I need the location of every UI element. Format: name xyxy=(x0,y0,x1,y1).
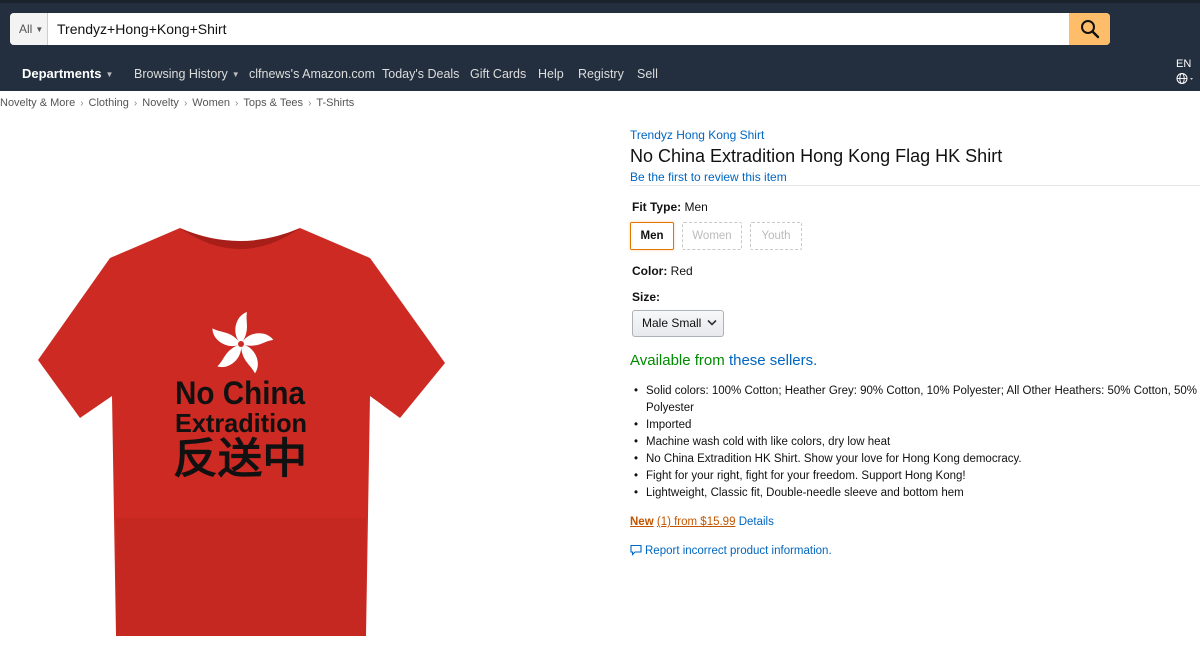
top-header: All ▼ xyxy=(0,0,1200,56)
nav-registry[interactable]: Registry xyxy=(578,56,624,91)
language-selector[interactable]: EN xyxy=(1176,58,1196,88)
feature-bullet: Fight for your right, fight for your fre… xyxy=(634,468,1200,485)
chevron-right-icon: › xyxy=(234,98,239,109)
brand-link[interactable]: Trendyz Hong Kong Shirt xyxy=(630,128,764,142)
product-image[interactable]: No China Extradition 反送中 xyxy=(30,218,450,640)
departments-menu[interactable]: Departments ▼ xyxy=(22,56,113,91)
product-title: No China Extradition Hong Kong Flag HK S… xyxy=(630,146,1003,166)
fit-option-women[interactable]: Women xyxy=(682,222,742,250)
feature-bullets: Solid colors: 100% Cotton; Heather Grey:… xyxy=(634,383,1200,502)
feature-bullet: Imported xyxy=(634,417,1200,434)
chevron-down-icon xyxy=(707,319,717,326)
fit-type-label: Fit Type: xyxy=(632,200,682,214)
details-link[interactable]: Details xyxy=(739,516,774,528)
browsing-history-label: Browsing History xyxy=(134,67,228,81)
fit-type-row: Fit Type: Men xyxy=(632,200,708,214)
color-row: Color: Red xyxy=(632,264,693,278)
breadcrumb-item[interactable]: Clothing xyxy=(89,97,129,109)
sellers-link[interactable]: these sellers. xyxy=(729,352,817,369)
speech-bubble-icon xyxy=(630,544,642,556)
feature-bullet: Lightweight, Classic fit, Double-needle … xyxy=(634,485,1200,502)
new-offers-link[interactable]: New xyxy=(630,516,654,528)
fit-type-value: Men xyxy=(684,200,708,214)
breadcrumb-item[interactable]: T-Shirts xyxy=(316,97,354,109)
nav-gift-cards[interactable]: Gift Cards xyxy=(470,56,526,91)
availability: Available from these sellers. xyxy=(630,352,817,369)
search-input[interactable] xyxy=(49,13,1069,45)
availability-prefix: Available from xyxy=(630,352,729,369)
shirt-shading xyxy=(116,518,366,636)
nav-sell[interactable]: Sell xyxy=(637,56,658,91)
size-selected: Male Small xyxy=(642,316,702,330)
nav-user-amazon-link[interactable]: clfnews's Amazon.com xyxy=(249,56,375,91)
fit-option-youth[interactable]: Youth xyxy=(750,222,802,250)
breadcrumb-item[interactable]: Tops & Tees xyxy=(243,97,303,109)
search-icon xyxy=(1080,20,1099,39)
review-link[interactable]: Be the first to review this item xyxy=(630,170,787,184)
report-label: Report incorrect product information. xyxy=(645,545,832,557)
size-label: Size: xyxy=(632,290,661,304)
fit-option-men[interactable]: Men xyxy=(630,222,674,250)
offer-count-link[interactable]: (1) from $15.99 xyxy=(657,516,736,528)
globe-icon xyxy=(1176,73,1193,84)
report-link[interactable]: Report incorrect product information. xyxy=(630,542,832,557)
breadcrumb-item[interactable]: Novelty & More xyxy=(0,97,75,109)
feature-bullet: No China Extradition HK Shirt. Show your… xyxy=(634,451,1200,468)
search-category-dropdown[interactable]: All ▼ xyxy=(10,13,48,45)
breadcrumb-item[interactable]: Novelty xyxy=(142,97,179,109)
color-value: Red xyxy=(670,264,693,278)
caret-down-icon: ▼ xyxy=(35,25,44,34)
departments-label: Departments xyxy=(22,66,102,81)
nav-todays-deals[interactable]: Today's Deals xyxy=(382,56,459,91)
search-button[interactable] xyxy=(1069,13,1110,45)
offer-row: New (1) from $15.99 Details xyxy=(630,516,774,528)
search-category-label: All xyxy=(19,22,33,36)
feature-bullet: Machine wash cold with like colors, dry … xyxy=(634,434,1200,451)
t-shirt-image: No China Extradition 反送中 xyxy=(38,228,445,636)
feature-bullet: Solid colors: 100% Cotton; Heather Grey:… xyxy=(634,383,1200,417)
chevron-right-icon: › xyxy=(308,98,312,109)
print-line-1: No China xyxy=(175,375,305,411)
chevron-right-icon: › xyxy=(183,98,188,109)
nav-help[interactable]: Help xyxy=(538,56,564,91)
print-line-3: 反送中 xyxy=(173,434,307,483)
breadcrumb: Novelty & More › Clothing › Novelty › Women › To… xyxy=(0,97,354,109)
search-bar: All ▼ xyxy=(10,13,1110,45)
size-row: Size: xyxy=(632,290,660,304)
size-dropdown[interactable]: Male Small xyxy=(632,310,724,337)
nav-bar: Departments ▼ Browsing History ▼ clfnews's… xyxy=(0,56,1200,91)
caret-down-icon: ▼ xyxy=(105,70,114,79)
header-strip xyxy=(0,0,1200,3)
language-label: EN xyxy=(1176,58,1192,70)
chevron-right-icon: › xyxy=(133,98,138,109)
breadcrumb-item[interactable]: Women xyxy=(192,97,230,109)
caret-down-icon: ▼ xyxy=(231,70,240,79)
color-label: Color: xyxy=(632,264,668,278)
chevron-right-icon: › xyxy=(80,98,84,109)
browsing-history-menu[interactable]: Browsing History ▼ xyxy=(134,56,240,91)
divider xyxy=(630,185,1200,186)
